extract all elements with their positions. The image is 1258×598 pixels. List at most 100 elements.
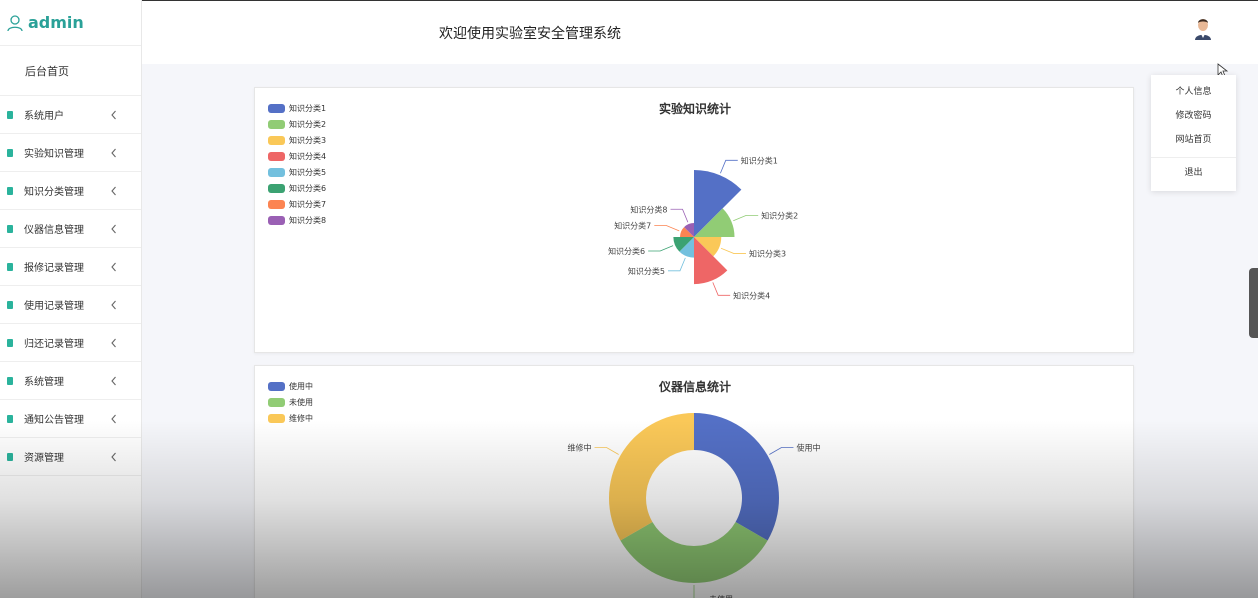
legend-item[interactable]: 知识分类8 <box>268 212 326 228</box>
label-line <box>648 245 674 252</box>
legend-swatch <box>268 103 285 113</box>
slice-label: 知识分类2 <box>761 210 798 220</box>
chevron-left-icon[interactable] <box>109 337 119 349</box>
sidebar-item-label: 使用记录管理 <box>24 301 84 312</box>
legend-label: 知识分类4 <box>289 151 327 161</box>
sidebar-item[interactable]: 仪器信息管理 <box>0 210 141 248</box>
sidebar-item[interactable]: 报修记录管理 <box>0 248 141 286</box>
legend-swatch <box>268 151 285 161</box>
legend-label: 知识分类7 <box>289 199 327 209</box>
slice-label: 知识分类8 <box>630 204 667 214</box>
legend-item[interactable]: 知识分类6 <box>268 180 326 196</box>
legend-label: 知识分类3 <box>289 135 327 145</box>
sidebar-item-home[interactable]: 后台首页 <box>0 46 141 96</box>
legend-swatch <box>268 215 285 225</box>
document-icon <box>7 148 13 157</box>
legend-item[interactable]: 知识分类3 <box>268 132 326 148</box>
slice-label: 未使用 <box>709 594 733 598</box>
slice-label: 知识分类1 <box>741 155 778 165</box>
sidebar-item-label: 报修记录管理 <box>24 263 84 274</box>
side-toolbar-tab[interactable] <box>1249 268 1258 338</box>
slice-label: 使用中 <box>796 443 820 453</box>
chevron-left-icon[interactable] <box>109 451 119 463</box>
legend-label: 知识分类5 <box>289 167 327 177</box>
legend-swatch <box>268 381 285 391</box>
slice-label: 知识分类3 <box>749 249 786 259</box>
document-icon <box>7 338 13 347</box>
legend-item[interactable]: 知识分类7 <box>268 196 326 212</box>
sidebar-item-label: 通知公告管理 <box>24 415 84 426</box>
menu-item-website-home[interactable]: 网站首页 <box>1151 128 1236 152</box>
legend-swatch <box>268 119 285 129</box>
chart-title: 实验知识统计 <box>658 102 731 116</box>
slice-label: 知识分类7 <box>614 221 651 231</box>
sidebar-item-label: 系统用户 <box>24 111 64 122</box>
legend-label: 维修中 <box>289 413 313 423</box>
sidebar-item[interactable]: 系统管理 <box>0 362 141 400</box>
brand: admin <box>0 0 141 46</box>
chevron-left-icon[interactable] <box>109 223 119 235</box>
slice-label: 知识分类5 <box>628 266 665 276</box>
sidebar-item[interactable]: 实验知识管理 <box>0 134 141 172</box>
legend-label: 知识分类1 <box>289 103 327 113</box>
sidebar-item-label: 归还记录管理 <box>24 339 84 350</box>
legend-swatch <box>268 413 285 423</box>
legend-label: 知识分类6 <box>289 183 327 193</box>
sidebar-item[interactable]: 通知公告管理 <box>0 400 141 438</box>
sidebar-item-label: 资源管理 <box>24 453 64 464</box>
chevron-left-icon[interactable] <box>109 299 119 311</box>
legend-label: 知识分类8 <box>289 215 327 225</box>
chevron-left-icon[interactable] <box>109 261 119 273</box>
document-icon <box>7 110 13 119</box>
document-icon <box>7 452 13 461</box>
document-icon <box>7 376 13 385</box>
pie-slice[interactable] <box>609 413 694 541</box>
user-dropdown-menu: 个人信息 修改密码 网站首页 退出 <box>1151 75 1236 191</box>
pie-slice[interactable] <box>694 413 780 541</box>
legend-item[interactable]: 知识分类4 <box>268 148 326 164</box>
menu-item-profile[interactable]: 个人信息 <box>1151 80 1236 104</box>
chevron-left-icon[interactable] <box>109 185 119 197</box>
legend-label: 使用中 <box>289 381 313 391</box>
chevron-left-icon[interactable] <box>109 413 119 425</box>
legend-item[interactable]: 使用中 <box>268 378 313 394</box>
legend-swatch <box>268 199 285 209</box>
chevron-left-icon[interactable] <box>109 109 119 121</box>
sidebar-item[interactable]: 资源管理 <box>0 438 141 476</box>
sidebar-item[interactable]: 知识分类管理 <box>0 172 141 210</box>
legend-label: 知识分类2 <box>289 119 327 129</box>
label-line <box>670 208 689 223</box>
chevron-left-icon[interactable] <box>109 375 119 387</box>
instrument-stats-card: 使用中未使用维修中 仪器信息统计 使用中未使用维修中 <box>254 365 1134 598</box>
label-line <box>693 585 695 598</box>
legend-item[interactable]: 知识分类1 <box>268 100 326 116</box>
legend-item[interactable]: 维修中 <box>268 410 313 426</box>
chevron-left-icon[interactable] <box>109 147 119 159</box>
legend-swatch <box>268 183 285 193</box>
sidebar-item[interactable]: 归还记录管理 <box>0 324 141 362</box>
sidebar-item[interactable]: 系统用户 <box>0 96 141 134</box>
document-icon <box>7 300 13 309</box>
legend-item[interactable]: 未使用 <box>268 394 313 410</box>
document-icon <box>7 414 13 423</box>
legend-item[interactable]: 知识分类5 <box>268 164 326 180</box>
menu-item-change-password[interactable]: 修改密码 <box>1151 104 1236 128</box>
sidebar-item-label: 仪器信息管理 <box>24 225 84 236</box>
pie-slice[interactable] <box>620 522 768 583</box>
label-line <box>712 282 731 296</box>
knowledge-rose-chart: 知识分类1 知识分类2 知识分类3 知识分类4 知识分类5 知识分类6 知识分类7 知识分类8 <box>608 155 798 300</box>
legend-item[interactable]: 知识分类2 <box>268 116 326 132</box>
slice-label: 维修中 <box>568 443 592 453</box>
instrument-donut-chart: 使用中未使用 维修中 <box>568 413 820 598</box>
label-line <box>720 247 746 254</box>
document-icon <box>7 262 13 271</box>
chart-legend: 使用中未使用维修中 <box>268 378 313 426</box>
slice-label: 知识分类6 <box>608 246 645 256</box>
legend-swatch <box>268 135 285 145</box>
sidebar-item[interactable]: 使用记录管理 <box>0 286 141 324</box>
avatar[interactable] <box>1191 14 1215 40</box>
label-line <box>667 257 686 272</box>
menu-item-logout[interactable]: 退出 <box>1151 161 1236 185</box>
label-line <box>769 447 794 455</box>
label-line <box>594 447 619 455</box>
